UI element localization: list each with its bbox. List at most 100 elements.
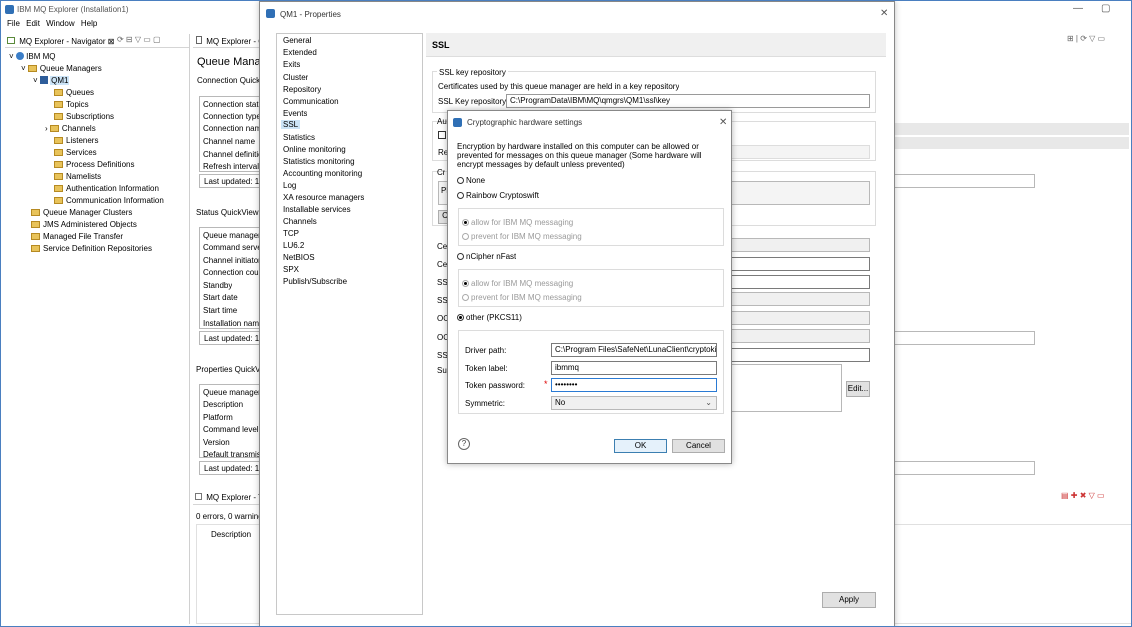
- tree-item-queue-managers[interactable]: ˅ Queue Managers: [21, 63, 102, 74]
- table-row: Platform: [203, 413, 233, 422]
- table-row: Command level: [203, 425, 259, 434]
- right-toolbar-icons[interactable]: ⊞ | ⟳ ▽ ▭: [1067, 34, 1105, 43]
- rainbow-allow-radio[interactable]: allow for IBM MQ messaging: [462, 218, 573, 227]
- background-combo[interactable]: [730, 329, 870, 343]
- checkbox[interactable]: [438, 131, 446, 139]
- background-field: [893, 174, 1035, 188]
- ncipher-prevent-radio[interactable]: prevent for IBM MQ messaging: [462, 293, 582, 302]
- connection-table: Connection status Connection type Connec…: [199, 96, 267, 172]
- queue-manager-icon: [39, 76, 48, 84]
- tree-item-authentication-information[interactable]: Authentication Information: [54, 183, 159, 194]
- folder-icon: [54, 113, 63, 120]
- tree-item-subscriptions[interactable]: Subscriptions: [54, 111, 114, 122]
- tree-item-qm1[interactable]: ˅ QM1: [33, 75, 70, 86]
- restore-icon[interactable]: ▢: [1101, 3, 1110, 14]
- nav-item-general[interactable]: General: [283, 36, 311, 45]
- symmetric-select[interactable]: No ⌄: [551, 396, 717, 410]
- help-icon[interactable]: ?: [458, 438, 470, 450]
- tests-toolbar-icons[interactable]: ▤ ✚ ✖ ▽ ▭: [1061, 491, 1105, 500]
- apply-button[interactable]: Apply: [822, 592, 876, 608]
- edit-button[interactable]: Edit...: [846, 381, 870, 397]
- nav-item-exits[interactable]: Exits: [283, 60, 300, 69]
- close-icon[interactable]: ✕: [880, 8, 888, 19]
- properties-title: Properties QuickView: [196, 365, 262, 374]
- rainbow-allow-label: allow for IBM MQ messaging: [471, 218, 574, 227]
- content-tab[interactable]: MQ Explorer - Co: [193, 34, 263, 48]
- nav-item-communication[interactable]: Communication: [283, 97, 339, 106]
- nav-item-xa-resource-managers[interactable]: XA resource managers: [283, 193, 364, 202]
- tree-item-listeners[interactable]: Listeners: [54, 135, 98, 146]
- tree-item-ibm-mq[interactable]: ˅ IBM MQ: [9, 51, 55, 62]
- table-row: Description: [203, 400, 244, 409]
- cancel-button[interactable]: Cancel: [672, 439, 725, 453]
- tree-item-queues[interactable]: Queues: [54, 87, 94, 98]
- radio-icon: [457, 192, 464, 199]
- nav-item-accounting-monitoring[interactable]: Accounting monitoring: [283, 169, 362, 178]
- radio-ncipher[interactable]: nCipher nFast: [457, 252, 516, 261]
- nav-item-extended[interactable]: Extended: [283, 48, 317, 57]
- nav-item-ssl[interactable]: SSL: [281, 120, 301, 129]
- tree-item-queue-manager-clusters[interactable]: Queue Manager Clusters: [31, 207, 132, 218]
- nav-item-log[interactable]: Log: [283, 181, 296, 190]
- menu-help[interactable]: Help: [81, 19, 97, 28]
- background-combo[interactable]: [730, 292, 870, 306]
- background-combo[interactable]: [730, 238, 870, 252]
- nav-item-installable-services[interactable]: Installable services: [283, 205, 351, 214]
- nav-item-channels[interactable]: Channels: [283, 217, 317, 226]
- menu-edit[interactable]: Edit: [26, 19, 40, 28]
- folder-icon: [54, 185, 63, 192]
- menu-file[interactable]: File: [7, 19, 20, 28]
- ssl-page-header: [426, 33, 886, 57]
- nav-item-repository[interactable]: Repository: [283, 85, 321, 94]
- radio-rainbow[interactable]: Rainbow Cryptoswift: [457, 191, 539, 200]
- nav-item-online-monitoring[interactable]: Online monitoring: [283, 145, 346, 154]
- rainbow-prevent-radio[interactable]: prevent for IBM MQ messaging: [462, 232, 582, 241]
- radio-rainbow-label: Rainbow Cryptoswift: [466, 191, 539, 200]
- nav-item-events[interactable]: Events: [283, 109, 307, 118]
- tree-item-services[interactable]: Services: [54, 147, 97, 158]
- token-password-field[interactable]: ••••••••: [551, 378, 717, 392]
- table-row: Connection type: [203, 112, 261, 121]
- background-field[interactable]: [730, 257, 870, 271]
- tree-item-channels[interactable]: › Channels: [45, 123, 96, 134]
- last-updated-box: Last updated: 19:5: [199, 331, 270, 345]
- background-field[interactable]: [730, 348, 870, 362]
- table-row: Channel initiator s: [203, 256, 268, 265]
- tree-item-jms-administered-objects[interactable]: JMS Administered Objects: [31, 219, 137, 230]
- nav-item-spx[interactable]: SPX: [283, 265, 299, 274]
- nav-item-tcp[interactable]: TCP: [283, 229, 299, 238]
- token-label-field[interactable]: ibmmq: [551, 361, 717, 375]
- properties-table: Queue manager n Description Platform Com…: [199, 384, 268, 459]
- minimize-icon[interactable]: —: [1073, 3, 1083, 14]
- driver-path-field[interactable]: C:\Program Files\SafeNet\LunaClient\cryp…: [551, 343, 717, 357]
- tree-item-topics[interactable]: Topics: [54, 99, 89, 110]
- navigator-tab-label: MQ Explorer - Navigator ⊠: [19, 37, 115, 46]
- tree-item-namelists[interactable]: Namelists: [54, 171, 101, 182]
- ssl-key-field[interactable]: C:\ProgramData\IBM\MQ\qmgrs\QM1\ssl\key: [506, 94, 870, 108]
- tests-column-header[interactable]: Description: [211, 530, 251, 539]
- table-row: Channel definition: [203, 150, 268, 159]
- nav-item-netbios[interactable]: NetBIOS: [283, 253, 315, 262]
- ncipher-allow-radio[interactable]: allow for IBM MQ messaging: [462, 279, 573, 288]
- tree-item-service-definition-repositories[interactable]: Service Definition Repositories: [31, 243, 152, 254]
- tree-item-process-definitions[interactable]: Process Definitions: [54, 159, 134, 170]
- menu-window[interactable]: Window: [46, 19, 74, 28]
- background-spinner[interactable]: [730, 275, 870, 289]
- ncipher-prevent-label: prevent for IBM MQ messaging: [471, 293, 582, 302]
- nav-item-publish-subscribe[interactable]: Publish/Subscribe: [283, 277, 347, 286]
- nav-item-statistics-monitoring[interactable]: Statistics monitoring: [283, 157, 355, 166]
- radio-other[interactable]: other (PKCS11): [457, 313, 522, 322]
- ok-button[interactable]: OK: [614, 439, 667, 453]
- tree-item-communication-information[interactable]: Communication Information: [54, 195, 164, 206]
- radio-none[interactable]: None: [457, 176, 485, 185]
- tree-item-managed-file-transfer[interactable]: Managed File Transfer: [31, 231, 123, 242]
- navigator-toolbar-icons[interactable]: ⟳ ⊟ ▽ ▭ ▢: [117, 35, 161, 44]
- nav-item-statistics[interactable]: Statistics: [283, 133, 315, 142]
- nav-item-lu62[interactable]: LU6.2: [283, 241, 304, 250]
- close-icon[interactable]: ✕: [719, 117, 727, 128]
- nav-item-cluster[interactable]: Cluster: [283, 73, 308, 82]
- tests-tab[interactable]: MQ Explorer - Tes: [193, 491, 263, 505]
- page-heading: Queue Manag: [197, 56, 261, 68]
- navigator-tab[interactable]: MQ Explorer - Navigator ⊠ ⟳ ⊟ ▽ ▭ ▢: [5, 34, 189, 48]
- background-combo[interactable]: [730, 311, 870, 325]
